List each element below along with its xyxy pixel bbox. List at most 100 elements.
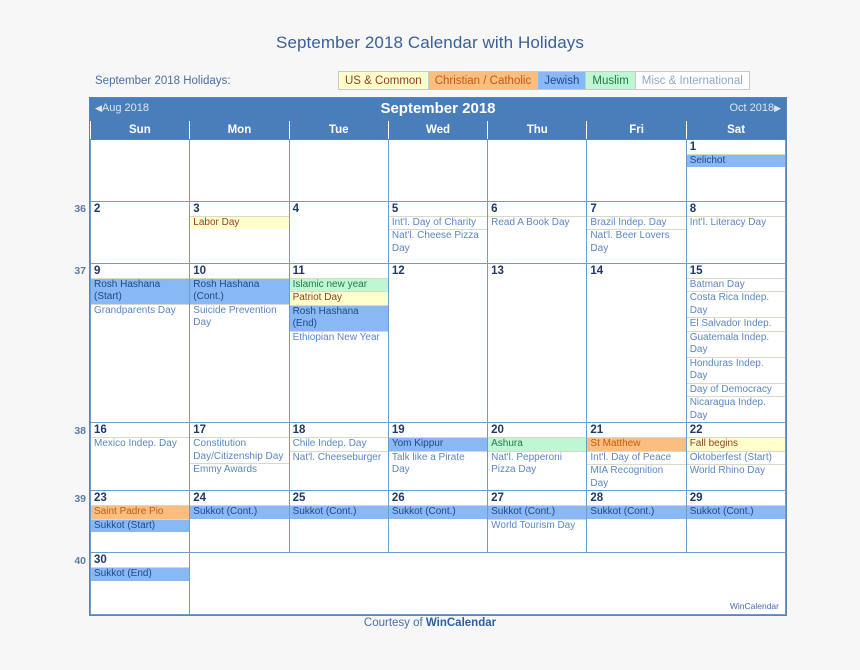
legend-chip-misc[interactable]: Misc & International — [634, 71, 750, 90]
holiday-event-misc[interactable]: Suicide Prevention Day — [190, 303, 289, 330]
holiday-event-misc[interactable]: Ethiopian New Year — [289, 330, 388, 345]
legend-chip-jew[interactable]: Jewish — [537, 71, 586, 90]
calendar-day-cell[interactable]: 21 St Matthew Int'l. Day of Peace MIA Recog… — [586, 422, 687, 491]
calendar-day-cell[interactable]: 11 Islamic new year Patriot Day Rosh Hashan… — [288, 262, 389, 423]
holiday-event-us[interactable]: Labor Day — [190, 215, 289, 229]
holiday-event-chr[interactable]: Saint Padre Pio — [91, 505, 190, 519]
holiday-event-jew[interactable]: Sukkot (Cont.) — [190, 505, 289, 519]
day-number: 28 — [590, 492, 604, 504]
holiday-event-misc[interactable]: Read A Book Day — [488, 215, 587, 230]
holiday-event-jew[interactable]: Rosh Hashana (End) — [289, 304, 388, 331]
holiday-event-jew[interactable]: Sukkot (Cont.) — [587, 505, 686, 519]
calendar-widget: ◀Aug 2018 September 2018 Oct 2018▶ Sun Mo… — [89, 97, 787, 616]
holiday-event-jew[interactable]: Yom Kippur — [388, 437, 488, 451]
calendar-day-cell[interactable]: 24 Sukkot (Cont.) — [189, 490, 290, 553]
calendar-day-cell[interactable]: 23 Saint Padre Pio Sukkot (Start) — [89, 490, 191, 553]
holiday-event-misc[interactable]: Talk like a Pirate Day — [388, 450, 488, 477]
holiday-event-us[interactable]: Patriot Day — [289, 291, 388, 305]
holiday-event-misc[interactable]: Oktoberfest (Start) — [686, 450, 785, 465]
calendar-day-cell[interactable]: 16 Mexico Indep. Day — [89, 422, 191, 491]
calendar-day-cell[interactable]: 20 Ashura Nat'l. Pepperoni Pizza Day — [487, 422, 588, 491]
holiday-event-misc[interactable]: Constitution Day/Citizenship Day — [190, 437, 289, 463]
holiday-event-misc[interactable]: Nat'l. Cheese Pizza Day — [388, 229, 488, 255]
day-number: 14 — [590, 264, 604, 277]
holiday-event-misc[interactable]: Nat'l. Pepperoni Pizza Day — [488, 450, 587, 477]
holiday-event-chr[interactable]: St Matthew — [587, 437, 686, 451]
holiday-event-misc[interactable]: World Tourism Day — [488, 518, 587, 533]
calendar-day-cell[interactable]: 8 Int'l. Literacy Day — [685, 200, 787, 264]
calendar-day-cell[interactable]: 14 — [586, 262, 687, 423]
holiday-event-misc[interactable]: Nat'l. Beer Lovers Day — [587, 229, 686, 255]
calendar-day-cell[interactable]: 27 Sukkot (Cont.) World Tourism Day — [487, 490, 588, 553]
holiday-event-jew[interactable]: Rosh Hashana (Cont.) — [190, 277, 289, 304]
calendar-day-cell[interactable]: 26 Sukkot (Cont.) — [387, 490, 489, 553]
day-number: 30 — [94, 554, 107, 566]
week-number: 38 — [74, 424, 86, 437]
calendar-day-cell[interactable]: 18 Chile Indep. Day Nat'l. Cheeseburger — [288, 422, 389, 491]
legend-chip-us[interactable]: US & Common — [338, 71, 428, 90]
day-number: 6 — [491, 202, 498, 215]
day-number: 21 — [590, 424, 604, 436]
page-title: September 2018 Calendar with Holidays — [276, 33, 584, 52]
calendar-day-cell[interactable]: 4 — [288, 200, 389, 264]
holiday-event-misc[interactable]: Int'l. Literacy Day — [686, 215, 785, 230]
calendar-day-cell[interactable]: 28 Sukkot (Cont.) — [586, 490, 687, 553]
holiday-event-misc[interactable]: Costa Rica Indep. Day — [686, 291, 785, 317]
calendar-day-cell[interactable]: 13 — [487, 262, 588, 423]
holiday-event-misc[interactable]: Emmy Awards — [190, 463, 289, 477]
holiday-event-misc[interactable]: Honduras Indep. Day — [686, 356, 785, 383]
next-month-label: Oct 2018 — [729, 102, 775, 114]
calendar-day-cell[interactable]: 5 Int'l. Day of Charity Nat'l. Cheese Pizz… — [387, 200, 489, 264]
holiday-event-misc[interactable]: Grandparents Day — [91, 303, 190, 318]
calendar-day-cell[interactable]: 30 Sukkot (End) — [89, 552, 191, 615]
calendar-day-cell[interactable]: 2 — [89, 200, 191, 264]
calendar-day-cell[interactable]: 29 Sukkot (Cont.) — [685, 490, 787, 553]
calendar-day-cell[interactable]: 17 Constitution Day/Citizenship Day Emmy A… — [189, 422, 290, 491]
calendar-day-cell[interactable]: 1 Selichot — [685, 138, 787, 202]
holiday-event-misc[interactable]: El Salvador Indep. — [686, 317, 785, 331]
calendar-day-cell[interactable]: 22 Fall begins Oktoberfest (Start) World Rh… — [685, 422, 787, 491]
day-number: 16 — [94, 424, 107, 436]
holiday-event-jew[interactable]: Rosh Hashana (Start) — [91, 277, 190, 304]
legend-chip-chr[interactable]: Christian / Catholic — [427, 71, 538, 90]
holiday-event-misc[interactable]: Nicaragua Indep. Day — [686, 396, 785, 422]
holiday-event-misc[interactable]: Guatemala Indep. Day — [686, 330, 785, 357]
footer-credit: Courtesy of WinCalendar — [0, 617, 860, 629]
calendar-day-cell[interactable]: 7 Brazil Indep. Day Nat'l. Beer Lovers Day — [586, 200, 687, 264]
holiday-event-jew[interactable]: Selichot — [686, 153, 785, 167]
holiday-event-mus[interactable]: Islamic new year — [289, 277, 388, 291]
holiday-event-jew[interactable]: Sukkot (End) — [91, 567, 190, 581]
legend-label: September 2018 Holidays: — [95, 75, 231, 87]
calendar-day-cell[interactable]: 9 Rosh Hashana (Start) Grandparents Day — [89, 262, 191, 423]
calendar-day-cell[interactable]: 3 Labor Day — [189, 200, 290, 264]
legend-chip-group: US & Common Christian / Catholic Jewish Mus… — [338, 71, 750, 90]
calendar-day-cell[interactable]: 15 Batman Day Costa Rica Indep. Day El Salv… — [685, 262, 787, 423]
holiday-event-mus[interactable]: Ashura — [488, 437, 587, 451]
holiday-event-jew[interactable]: Sukkot (Cont.) — [488, 505, 587, 519]
holiday-event-misc[interactable]: Int'l. Day of Charity — [388, 215, 488, 230]
holiday-event-misc[interactable]: Batman Day — [686, 277, 785, 292]
calendar-day-cell[interactable]: 10 Rosh Hashana (Cont.) Suicide Prevention… — [189, 262, 290, 423]
holiday-event-misc[interactable]: Brazil Indep. Day — [587, 215, 686, 230]
holiday-event-misc[interactable]: World Rhino Day — [686, 464, 785, 478]
holiday-event-misc[interactable]: Day of Democracy — [686, 382, 785, 397]
calendar-day-cell[interactable]: 12 — [387, 262, 489, 423]
calendar-day-cell[interactable]: 25 Sukkot (Cont.) — [288, 490, 389, 553]
holiday-event-misc[interactable]: Nat'l. Cheeseburger — [289, 450, 388, 465]
holiday-event-misc[interactable]: Mexico Indep. Day — [91, 437, 190, 451]
holiday-event-misc[interactable]: Chile Indep. Day — [289, 437, 388, 451]
holiday-event-jew[interactable]: Sukkot (Cont.) — [388, 505, 488, 519]
calendar-day-cell[interactable]: 6 Read A Book Day — [487, 200, 588, 264]
holiday-event-jew[interactable]: Sukkot (Cont.) — [289, 505, 388, 519]
calendar-grid-head: Sun Mon Tue Wed Thu Fri Sat — [90, 121, 786, 140]
holiday-event-misc[interactable]: Int'l. Day of Peace — [587, 450, 686, 465]
holiday-event-jew[interactable]: Sukkot (Start) — [91, 518, 190, 532]
holiday-event-jew[interactable]: Sukkot (Cont.) — [686, 505, 785, 519]
next-month-link[interactable]: Oct 2018▶ — [729, 102, 781, 114]
holiday-event-us[interactable]: Fall begins — [686, 437, 785, 451]
holiday-event-misc[interactable]: MIA Recognition Day — [587, 464, 686, 490]
week-number: 37 — [74, 265, 86, 277]
calendar-day-cell[interactable]: 19 Yom Kippur Talk like a Pirate Day — [387, 422, 489, 491]
calendar-week-row: 16 Mexico Indep. Day 17 Constitution Day/Ci… — [89, 422, 787, 491]
legend-chip-mus[interactable]: Muslim — [585, 71, 635, 90]
